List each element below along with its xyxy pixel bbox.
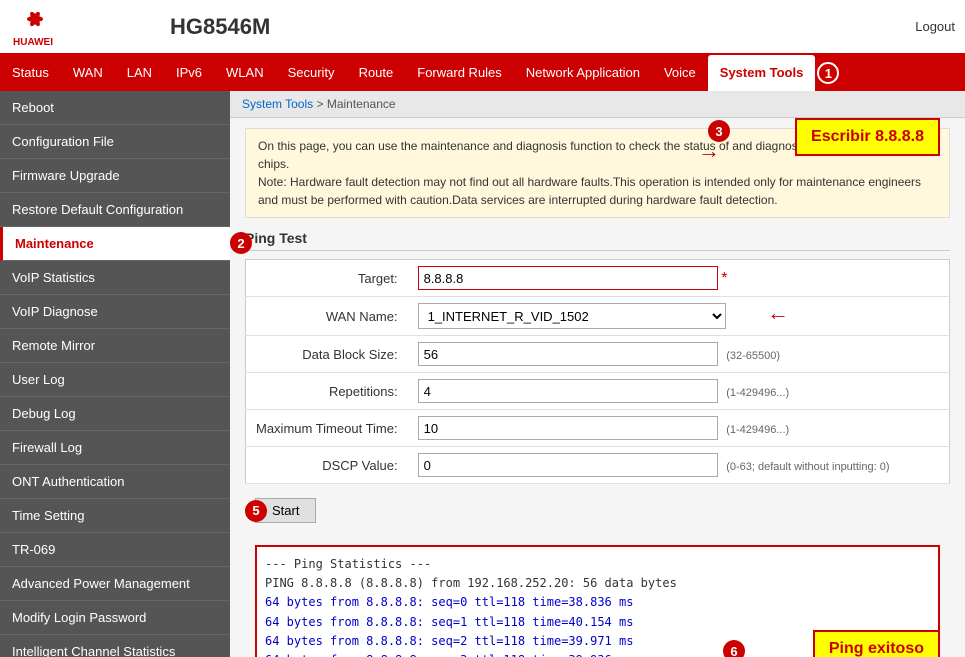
device-title: HG8546M bbox=[150, 14, 915, 40]
sidebar-item-maintenance[interactable]: Maintenance bbox=[0, 227, 230, 261]
max-timeout-input[interactable] bbox=[418, 416, 718, 440]
required-star-target: * bbox=[721, 270, 727, 287]
start-row: Start 5 bbox=[245, 484, 950, 537]
arrow-to-select: → bbox=[767, 300, 789, 326]
field-repetitions: Repetitions: (1-429496...) bbox=[246, 373, 950, 410]
sidebar-item-login-password[interactable]: Modify Login Password bbox=[0, 601, 230, 635]
field-target-label: Target: bbox=[246, 260, 408, 297]
field-dscp: DSCP Value: (0-63; default without input… bbox=[246, 447, 950, 484]
logout-button[interactable]: Logout bbox=[915, 19, 955, 34]
breadcrumb-parent[interactable]: System Tools bbox=[242, 97, 313, 111]
breadcrumb: System Tools > Maintenance bbox=[230, 91, 965, 118]
sidebar-item-debug-log[interactable]: Debug Log bbox=[0, 397, 230, 431]
nav-badge: 1 bbox=[817, 62, 839, 84]
nav-route[interactable]: Route bbox=[347, 55, 406, 91]
sidebar-item-time-setting[interactable]: Time Setting bbox=[0, 499, 230, 533]
info-box-wrapper: On this page, you can use the maintenanc… bbox=[245, 128, 950, 218]
nav-system-tools[interactable]: System Tools bbox=[708, 55, 816, 91]
main-layout: Reboot Configuration File Firmware Upgra… bbox=[0, 91, 965, 657]
output-line-0: --- Ping Statistics --- bbox=[265, 557, 431, 571]
nav-network-application[interactable]: Network Application bbox=[514, 55, 652, 91]
field-dscp-label: DSCP Value: bbox=[246, 447, 408, 484]
repetitions-input[interactable] bbox=[418, 379, 718, 403]
field-data-block: Data Block Size: (32-65500) bbox=[246, 336, 950, 373]
nav-wlan[interactable]: WLAN bbox=[214, 55, 276, 91]
output-line-3: 64 bytes from 8.8.8.8: seq=1 ttl=118 tim… bbox=[265, 615, 633, 629]
field-repetitions-label: Repetitions: bbox=[246, 373, 408, 410]
ping-output-wrapper: --- Ping Statistics --- PING 8.8.8.8 (8.… bbox=[245, 545, 950, 657]
breadcrumb-current: Maintenance bbox=[327, 97, 396, 111]
field-data-block-label: Data Block Size: bbox=[246, 336, 408, 373]
breadcrumb-separator: > bbox=[316, 97, 326, 111]
sidebar-item-firewall-log[interactable]: Firewall Log bbox=[0, 431, 230, 465]
field-wan-name: WAN Name: 1_INTERNET_R_VID_1502 2_TR069_… bbox=[246, 297, 950, 336]
badge-5: 5 bbox=[245, 500, 267, 522]
sidebar-item-power-mgmt[interactable]: Advanced Power Management bbox=[0, 567, 230, 601]
sidebar-item-tr069[interactable]: TR-069 bbox=[0, 533, 230, 567]
content-area: System Tools > Maintenance On this page,… bbox=[230, 91, 965, 657]
ping-form-table: Target: * WAN Name: 1_INTERNET_R_VID_150… bbox=[245, 259, 950, 484]
header: HUAWEI HG8546M Logout bbox=[0, 0, 965, 55]
field-max-timeout-label: Maximum Timeout Time: bbox=[246, 410, 408, 447]
nav-voice[interactable]: Voice bbox=[652, 55, 708, 91]
badge-2: 2 bbox=[230, 232, 252, 254]
dscp-input[interactable] bbox=[418, 453, 718, 477]
data-block-hint: (32-65500) bbox=[726, 350, 780, 362]
sidebar-item-remote-mirror[interactable]: Remote Mirror bbox=[0, 329, 230, 363]
badge-3: 3 bbox=[708, 120, 730, 142]
sidebar-item-restore[interactable]: Restore Default Configuration bbox=[0, 193, 230, 227]
nav-security[interactable]: Security bbox=[276, 55, 347, 91]
field-max-timeout: Maximum Timeout Time: (1-429496...) bbox=[246, 410, 950, 447]
dscp-hint: (0-63; default without inputting: 0) bbox=[726, 461, 889, 473]
info-text2: Note: Hardware fault detection may not f… bbox=[258, 175, 921, 207]
repetitions-hint: (1-429496...) bbox=[726, 387, 789, 399]
output-line-2: 64 bytes from 8.8.8.8: seq=0 ttl=118 tim… bbox=[265, 595, 633, 609]
nav-lan[interactable]: LAN bbox=[115, 55, 164, 91]
nav-bar: Status WAN LAN IPv6 WLAN Security Route … bbox=[0, 55, 965, 91]
sidebar-item-config-file[interactable]: Configuration File bbox=[0, 125, 230, 159]
sidebar-item-voip-diagnose[interactable]: VoIP Diagnose bbox=[0, 295, 230, 329]
sidebar-item-reboot[interactable]: Reboot bbox=[0, 91, 230, 125]
wan-name-select[interactable]: 1_INTERNET_R_VID_1502 2_TR069_R_VID_1503 bbox=[418, 303, 726, 329]
output-line-4: 64 bytes from 8.8.8.8: seq=2 ttl=118 tim… bbox=[265, 634, 633, 648]
sidebar-item-ont-auth[interactable]: ONT Authentication bbox=[0, 465, 230, 499]
content-inner: On this page, you can use the maintenanc… bbox=[230, 118, 965, 657]
field-target: Target: * bbox=[246, 260, 950, 297]
output-line-1: PING 8.8.8.8 (8.8.8.8) from 192.168.252.… bbox=[265, 576, 677, 590]
ping-section: 2 Ping Test Target: * WAN Name: bbox=[245, 230, 950, 657]
badge-6: 6 bbox=[723, 640, 745, 657]
nav-ipv6[interactable]: IPv6 bbox=[164, 55, 214, 91]
sidebar-item-voip-stats[interactable]: VoIP Statistics bbox=[0, 261, 230, 295]
huawei-logo: HUAWEI bbox=[10, 7, 60, 47]
logo-area: HUAWEI bbox=[10, 7, 150, 47]
svg-text:HUAWEI: HUAWEI bbox=[13, 37, 53, 47]
ping-test-title: Ping Test bbox=[245, 230, 950, 251]
max-timeout-hint: (1-429496...) bbox=[726, 424, 789, 436]
nav-status[interactable]: Status bbox=[0, 55, 61, 91]
callout-escribir: Escribir 8.8.8.8 bbox=[795, 118, 940, 156]
sidebar-item-channel-stats[interactable]: Intelligent Channel Statistics bbox=[0, 635, 230, 657]
target-input[interactable] bbox=[418, 266, 718, 290]
nav-forward-rules[interactable]: Forward Rules bbox=[405, 55, 514, 91]
sidebar-item-firmware[interactable]: Firmware Upgrade bbox=[0, 159, 230, 193]
nav-wan[interactable]: WAN bbox=[61, 55, 115, 91]
field-wan-label: WAN Name: bbox=[246, 297, 408, 336]
data-block-input[interactable] bbox=[418, 342, 718, 366]
sidebar: Reboot Configuration File Firmware Upgra… bbox=[0, 91, 230, 657]
callout-ping: Ping exitoso bbox=[813, 630, 940, 657]
output-line-5: 64 bytes from 8.8.8.8: seq=3 ttl=118 tim… bbox=[265, 653, 633, 657]
sidebar-item-user-log[interactable]: User Log bbox=[0, 363, 230, 397]
